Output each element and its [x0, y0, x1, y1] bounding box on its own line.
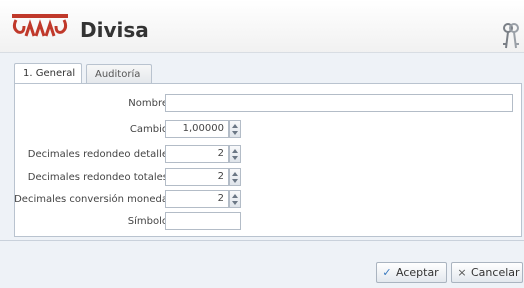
nombre-label: Nombre — [128, 98, 168, 109]
app-logo-icon — [12, 14, 68, 37]
nombre-input[interactable] — [165, 94, 513, 112]
spin-down-icon[interactable] — [232, 131, 238, 135]
cancel-button[interactable]: × Cancelar — [451, 262, 523, 283]
cambio-label: Cambio — [129, 124, 168, 135]
decimales-detalle-label: Decimales redondeo detalle — [27, 149, 168, 160]
spin-down-icon[interactable] — [232, 179, 238, 183]
title-bar: Divisa — [0, 0, 524, 53]
row-simbolo: Símbolo — [15, 212, 515, 232]
decimales-detalle-stepper[interactable] — [229, 145, 241, 163]
spin-up-icon[interactable] — [232, 124, 238, 128]
decimales-conversion-stepper[interactable] — [229, 190, 241, 208]
cambio-stepper[interactable] — [229, 120, 241, 138]
accept-label: Aceptar — [396, 266, 439, 279]
cancel-label: Cancelar — [471, 266, 520, 279]
dialog-window: Divisa 1. General Auditoría Nombre Cambi… — [0, 0, 524, 288]
simbolo-input[interactable] — [165, 212, 241, 230]
spin-down-icon[interactable] — [232, 201, 238, 205]
tab-general[interactable]: 1. General — [14, 63, 82, 84]
row-decimales-detalle: Decimales redondeo detalle 2 — [15, 145, 515, 165]
simbolo-label: Símbolo — [127, 216, 168, 227]
check-icon: ✓ — [382, 266, 392, 279]
tab-auditoria[interactable]: Auditoría — [86, 64, 152, 83]
row-cambio: Cambio 1,00000 — [15, 120, 515, 140]
decimales-detalle-input[interactable]: 2 — [165, 145, 229, 163]
spin-up-icon[interactable] — [232, 172, 238, 176]
decimales-totales-label: Decimales redondeo totales — [27, 172, 168, 183]
spin-up-icon[interactable] — [232, 149, 238, 153]
row-decimales-totales: Decimales redondeo totales 2 — [15, 168, 515, 188]
accept-button[interactable]: ✓ Aceptar — [376, 262, 447, 283]
footer-divider — [0, 240, 524, 241]
decimales-totales-stepper[interactable] — [229, 168, 241, 186]
row-decimales-conversion: Decimales conversión moneda 2 — [14, 190, 515, 210]
decimales-conversion-label: Decimales conversión moneda — [14, 194, 168, 205]
form-panel: Nombre Cambio 1,00000 Decimales redondeo… — [14, 83, 522, 237]
spin-up-icon[interactable] — [232, 194, 238, 198]
row-nombre: Nombre — [15, 94, 515, 114]
decimales-totales-input[interactable]: 2 — [165, 168, 229, 186]
decimales-conversion-input[interactable]: 2 — [165, 190, 229, 208]
window-title: Divisa — [80, 18, 149, 42]
x-icon: × — [457, 266, 467, 279]
cambio-input[interactable]: 1,00000 — [165, 120, 229, 138]
keys-icon[interactable] — [502, 22, 520, 50]
spin-down-icon[interactable] — [232, 156, 238, 160]
